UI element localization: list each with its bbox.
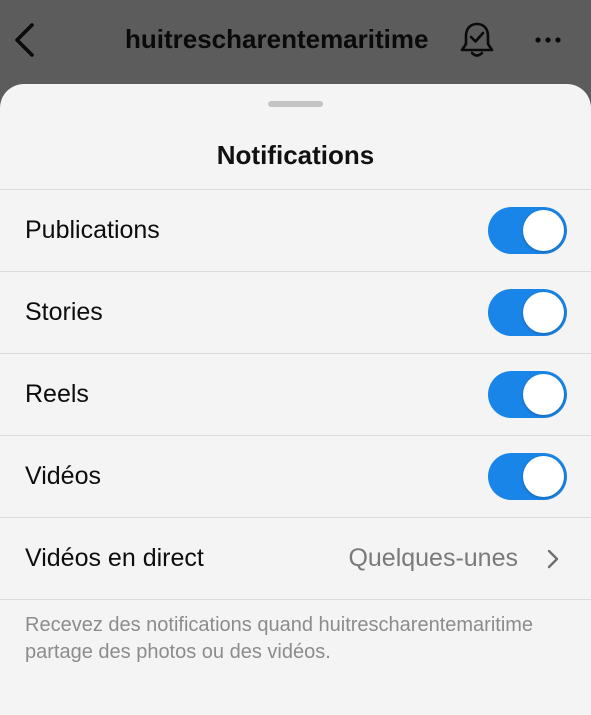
sheet-title: Notifications xyxy=(216,140,375,170)
helper-text: Recevez des notifications quand huitresc… xyxy=(25,614,534,663)
row-label: Stories xyxy=(25,298,103,326)
publications-toggle[interactable] xyxy=(488,207,567,254)
row-reels[interactable]: Reels xyxy=(0,354,591,435)
more-horizontal-icon xyxy=(535,37,561,43)
chevron-left-icon xyxy=(15,23,34,57)
divider xyxy=(0,599,591,600)
back-button[interactable] xyxy=(12,22,38,58)
notifications-bell-button[interactable] xyxy=(458,20,496,60)
toggle-knob xyxy=(523,210,564,251)
live-videos-value: Quelques-unes xyxy=(348,544,518,572)
stories-toggle[interactable] xyxy=(488,289,567,336)
reels-toggle[interactable] xyxy=(488,371,567,418)
videos-toggle[interactable] xyxy=(488,453,567,500)
row-label: Publications xyxy=(25,216,160,244)
row-stories[interactable]: Stories xyxy=(0,272,591,353)
row-videos[interactable]: Vidéos xyxy=(0,436,591,517)
toggle-knob xyxy=(523,292,564,333)
bell-check-icon xyxy=(460,22,494,57)
toggle-knob xyxy=(523,374,564,415)
chevron-right-icon xyxy=(547,549,559,569)
notifications-sheet: Notifications Publications Stories Reels… xyxy=(0,84,591,715)
row-label: Vidéos en direct xyxy=(25,544,204,572)
row-publications[interactable]: Publications xyxy=(0,190,591,271)
row-label: Vidéos xyxy=(25,462,101,490)
profile-username: huitrescharentemaritime xyxy=(125,24,429,54)
row-label: Reels xyxy=(25,380,89,408)
toggle-knob xyxy=(523,456,564,497)
drag-handle[interactable] xyxy=(268,101,323,107)
row-live-videos[interactable]: Vidéos en direct Quelques-unes xyxy=(0,518,591,599)
more-options-button[interactable] xyxy=(530,30,566,50)
top-bar: huitrescharentemaritime xyxy=(0,0,591,84)
